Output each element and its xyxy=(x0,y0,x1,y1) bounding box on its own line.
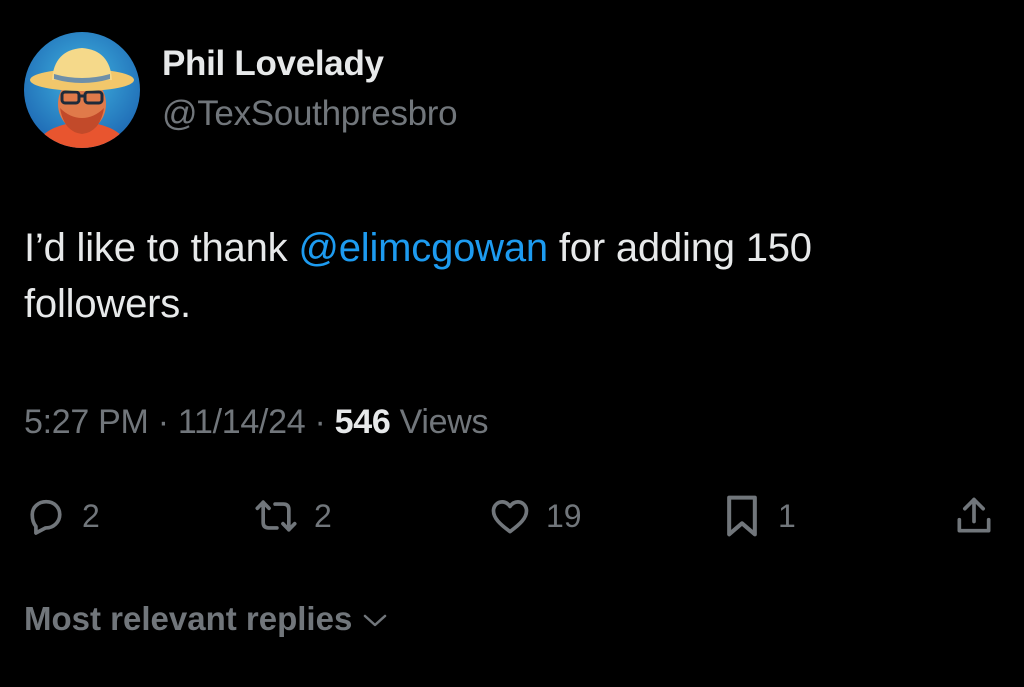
tweet-time[interactable]: 5:27 PM xyxy=(24,403,149,441)
like-button[interactable]: 19 xyxy=(488,488,582,544)
mention-link[interactable]: @elimcgowan xyxy=(298,226,548,270)
tweet-detail: Phil Lovelady @TexSouthpresbro I’d like … xyxy=(0,0,1024,687)
avatar[interactable] xyxy=(24,32,140,148)
replies-sort-label: Most relevant replies xyxy=(24,600,353,637)
retweet-button[interactable]: 2 xyxy=(252,488,332,544)
tweet-text-before: I’d like to thank xyxy=(24,226,299,270)
bookmark-button[interactable]: 1 xyxy=(720,488,796,544)
reply-count: 2 xyxy=(82,497,100,534)
reply-icon xyxy=(24,494,68,538)
user-handle[interactable]: @TexSouthpresbro xyxy=(162,94,458,134)
display-name[interactable]: Phil Lovelady xyxy=(162,44,384,84)
share-button[interactable] xyxy=(952,488,996,544)
chevron-down-icon xyxy=(352,600,390,638)
views-label: Views xyxy=(399,403,489,441)
bookmark-icon xyxy=(720,492,764,540)
views-count: 546 xyxy=(334,403,391,441)
meta-separator: · xyxy=(157,403,169,441)
bookmark-count: 1 xyxy=(778,497,796,534)
retweet-count: 2 xyxy=(314,497,332,534)
meta-separator: · xyxy=(314,403,326,441)
tweet-meta: 5:27 PM · 11/14/24 · 546 Views xyxy=(24,403,489,442)
tweet-date[interactable]: 11/14/24 xyxy=(178,403,306,441)
heart-icon xyxy=(488,494,532,538)
replies-sort-dropdown[interactable]: Most relevant replies xyxy=(24,600,390,638)
action-bar: 2 2 19 1 xyxy=(0,488,1024,544)
like-count: 19 xyxy=(546,497,582,534)
retweet-icon xyxy=(252,494,300,538)
reply-button[interactable]: 2 xyxy=(24,488,100,544)
tweet-text: I’d like to thank @elimcgowan for adding… xyxy=(24,220,984,332)
share-icon xyxy=(952,494,996,538)
